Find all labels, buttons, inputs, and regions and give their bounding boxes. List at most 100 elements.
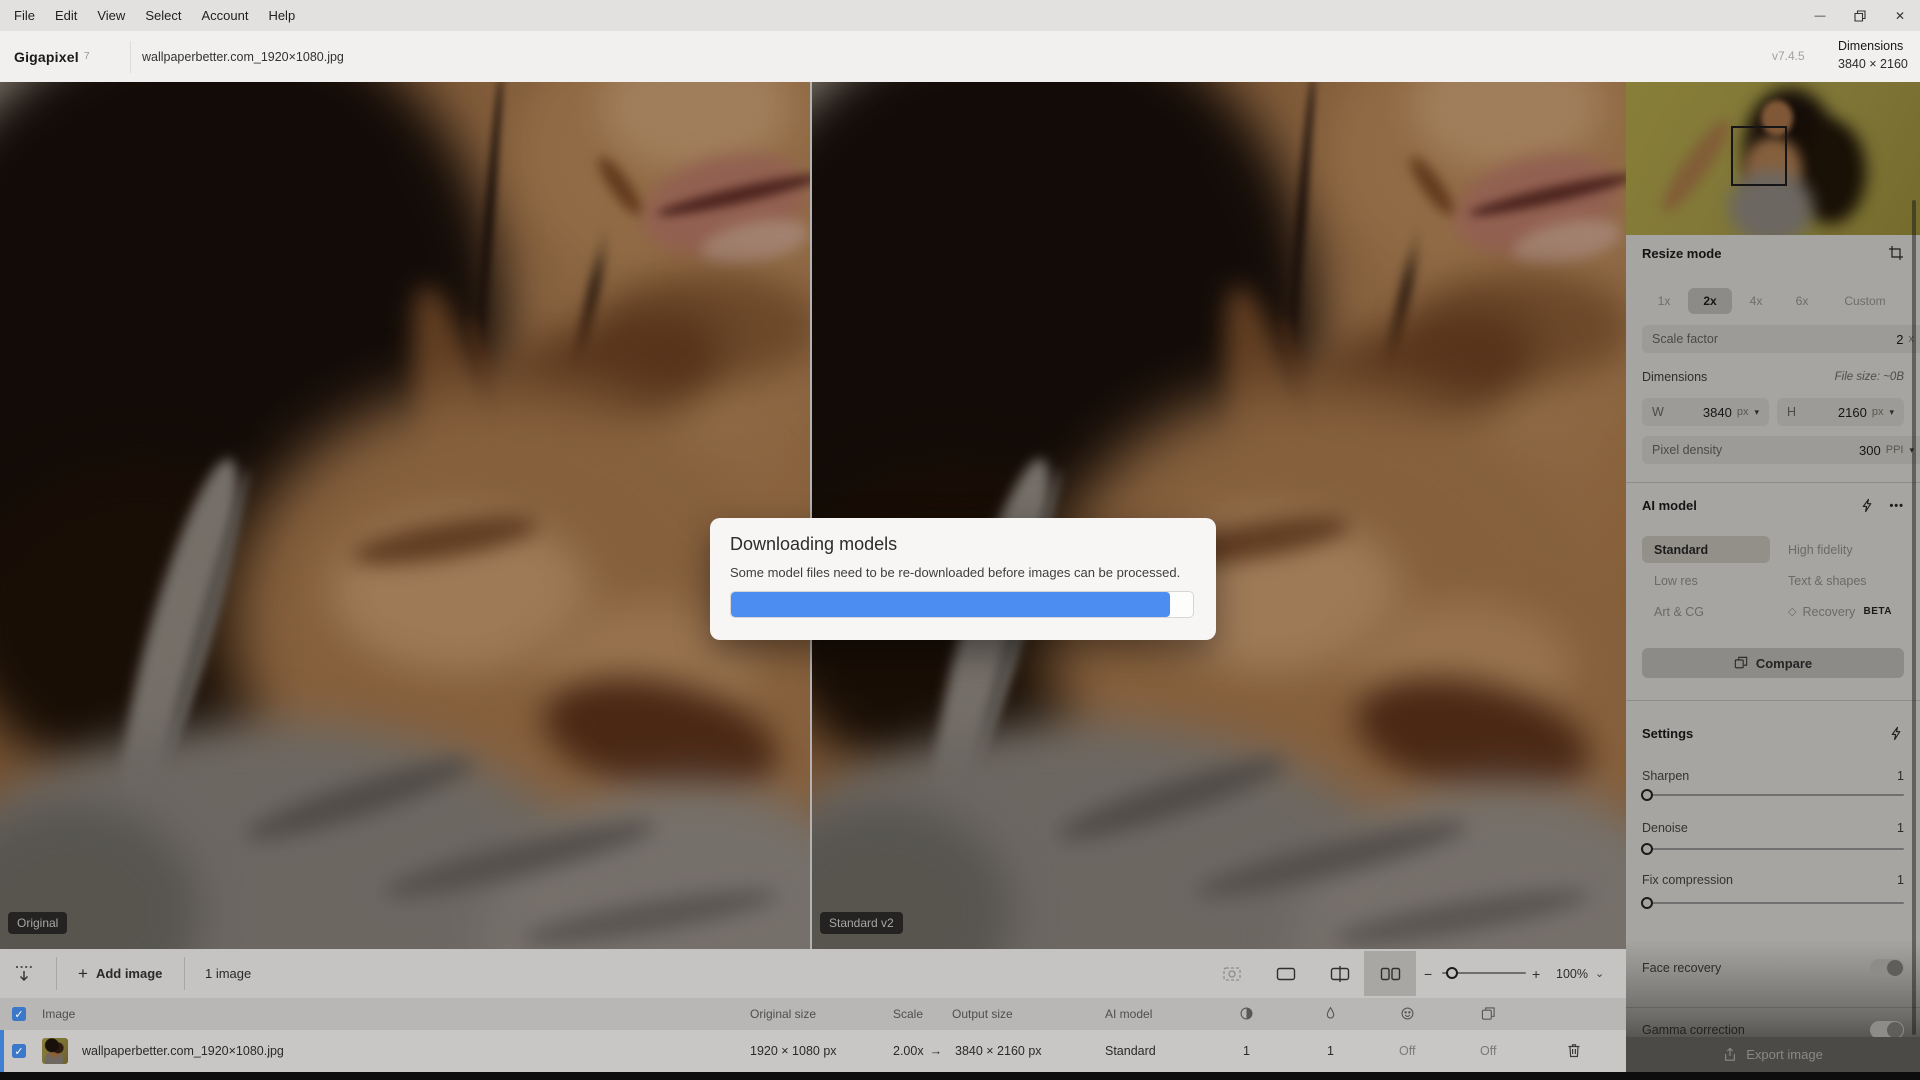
menu-item-file[interactable]: File <box>4 0 45 31</box>
scale-option-custom[interactable]: Custom <box>1826 288 1904 314</box>
sidebar-scrollbar[interactable] <box>1912 200 1916 1035</box>
zoom-in-icon: + <box>1532 966 1540 982</box>
export-button[interactable]: Export image <box>1626 1037 1920 1072</box>
denoise-slider[interactable] <box>1642 848 1904 850</box>
scale-factor-field[interactable]: Scale factor 2 x <box>1642 325 1920 353</box>
zoom-out-icon: − <box>1424 966 1432 982</box>
chevron-down-icon: ▾ <box>1889 407 1894 418</box>
compare-button[interactable]: Compare <box>1642 648 1904 678</box>
row-denoise-value: 1 <box>1327 1044 1334 1058</box>
close-button[interactable]: ✕ <box>1880 0 1920 31</box>
model-option-low-res[interactable]: Low res <box>1642 567 1770 594</box>
sharpen-row: Sharpen 1 <box>1642 769 1904 783</box>
denoise-row: Denoise 1 <box>1642 821 1904 835</box>
toggle-knob <box>1887 1022 1903 1038</box>
add-image-label: Add image <box>96 966 162 981</box>
row-gamma-value: Off <box>1480 1044 1496 1058</box>
width-field[interactable]: W 3840 px ▾ <box>1642 398 1769 426</box>
scale-option-2x[interactable]: 2x <box>1688 288 1732 314</box>
menu-item-select[interactable]: Select <box>135 0 191 31</box>
resize-mode-title: Resize mode <box>1642 246 1721 261</box>
dimensions-value: 3840 × 2160 <box>1838 57 1908 71</box>
sharpen-label: Sharpen <box>1642 769 1689 783</box>
image-viewer: Original Standard v2 <box>0 82 1626 949</box>
minimize-button[interactable]: — <box>1800 0 1840 31</box>
height-label: H <box>1787 405 1796 419</box>
single-view-button[interactable] <box>1260 951 1312 996</box>
ai-model-header: AI model ••• <box>1642 498 1904 513</box>
row-original-size: 1920 × 1080 px <box>750 1044 837 1058</box>
zoom-out-button[interactable]: − <box>1424 949 1432 998</box>
zoom-in-button[interactable]: + <box>1532 949 1540 998</box>
zoom-level-value: 100% <box>1556 967 1588 981</box>
slider-knob[interactable] <box>1641 897 1653 909</box>
collapse-panel-button[interactable] <box>14 964 34 984</box>
fix-compression-slider[interactable] <box>1642 902 1904 904</box>
modal-dim-overlay <box>0 82 1626 949</box>
model-option-recovery[interactable]: ◇ Recovery BETA <box>1776 598 1904 625</box>
face-recovery-toggle[interactable] <box>1870 959 1904 977</box>
slider-knob[interactable] <box>1641 843 1653 855</box>
model-label: Standard <box>1654 543 1708 557</box>
zoom-level-dropdown[interactable]: 100% ⌄ <box>1556 949 1604 998</box>
pixel-density-label: Pixel density <box>1652 443 1722 457</box>
column-header-output-size: Output size <box>952 1007 1013 1021</box>
delete-image-button[interactable] <box>1566 1042 1582 1059</box>
gamma-column-icon <box>1481 1006 1496 1021</box>
auto-select-model-icon[interactable] <box>1860 498 1875 513</box>
scale-option-4x[interactable]: 4x <box>1734 288 1778 314</box>
table-row[interactable]: ✓ wallpaperbetter.com_1920×1080.jpg 1920… <box>0 1030 1626 1072</box>
tab-filename[interactable]: wallpaperbetter.com_1920×1080.jpg <box>142 31 344 82</box>
zoom-slider-knob[interactable] <box>1446 967 1458 979</box>
menu-item-edit[interactable]: Edit <box>45 0 87 31</box>
beta-badge: BETA <box>1864 606 1892 617</box>
compare-label: Compare <box>1756 656 1812 671</box>
sharpen-slider[interactable] <box>1642 794 1904 796</box>
crop-icon[interactable] <box>1888 245 1904 261</box>
original-badge: Original <box>8 912 67 934</box>
side-by-side-icon <box>1380 967 1401 981</box>
sharpen-column-icon <box>1239 1006 1254 1021</box>
slider-knob[interactable] <box>1641 789 1653 801</box>
preview-thumbnail[interactable] <box>1626 82 1920 235</box>
menu-item-view[interactable]: View <box>87 0 135 31</box>
menu-item-account[interactable]: Account <box>191 0 258 31</box>
side-by-side-view-button[interactable] <box>1364 951 1416 996</box>
ai-model-menu-icon[interactable]: ••• <box>1889 500 1904 512</box>
model-option-art-cg[interactable]: Art & CG <box>1642 598 1770 625</box>
gamma-correction-label: Gamma correction <box>1642 1023 1745 1037</box>
pixel-density-field[interactable]: Pixel density 300 PPI ▾ <box>1642 436 1920 464</box>
auto-settings-icon[interactable] <box>1889 726 1904 741</box>
single-view-icon <box>1276 967 1296 981</box>
select-all-checkbox[interactable]: ✓ <box>12 1007 26 1021</box>
row-checkbox[interactable]: ✓ <box>12 1044 26 1058</box>
table-header: ✓ Image Original size Scale Output size … <box>0 998 1626 1030</box>
scale-option-6x[interactable]: 6x <box>1780 288 1824 314</box>
model-label: Art & CG <box>1654 605 1704 619</box>
model-option-text-shapes[interactable]: Text & shapes <box>1776 567 1904 594</box>
restore-button[interactable] <box>1840 0 1880 31</box>
sidebar-divider <box>1626 700 1920 701</box>
model-option-standard[interactable]: Standard <box>1642 536 1770 563</box>
model-option-high-fidelity[interactable]: High fidelity <box>1776 536 1904 563</box>
zoom-slider[interactable] <box>1442 972 1526 974</box>
face-recovery-label: Face recovery <box>1642 961 1721 975</box>
tab-bar: Gigapixel 7 wallpaperbetter.com_1920×108… <box>0 31 1920 82</box>
split-view-button[interactable] <box>1314 951 1366 996</box>
menu-item-help[interactable]: Help <box>258 0 305 31</box>
menu-bar: File Edit View Select Account Help — ✕ <box>0 0 1920 32</box>
fix-compression-value: 1 <box>1897 873 1904 887</box>
fit-selection-button[interactable] <box>1206 951 1258 996</box>
toolbar-divider <box>184 957 185 990</box>
row-ai-model: Standard <box>1105 1044 1156 1058</box>
scale-option-1x[interactable]: 1x <box>1642 288 1686 314</box>
downloading-models-dialog: Downloading models Some model files need… <box>710 518 1216 640</box>
processed-badge: Standard v2 <box>820 912 903 934</box>
fix-compression-label: Fix compression <box>1642 873 1733 887</box>
export-icon <box>1723 1047 1737 1062</box>
toggle-knob <box>1887 960 1903 976</box>
viewport-rectangle[interactable] <box>1731 126 1787 186</box>
add-image-button[interactable]: + Add image <box>78 949 162 998</box>
arrow-right-icon: → <box>930 1044 943 1058</box>
height-field[interactable]: H 2160 px ▾ <box>1777 398 1904 426</box>
